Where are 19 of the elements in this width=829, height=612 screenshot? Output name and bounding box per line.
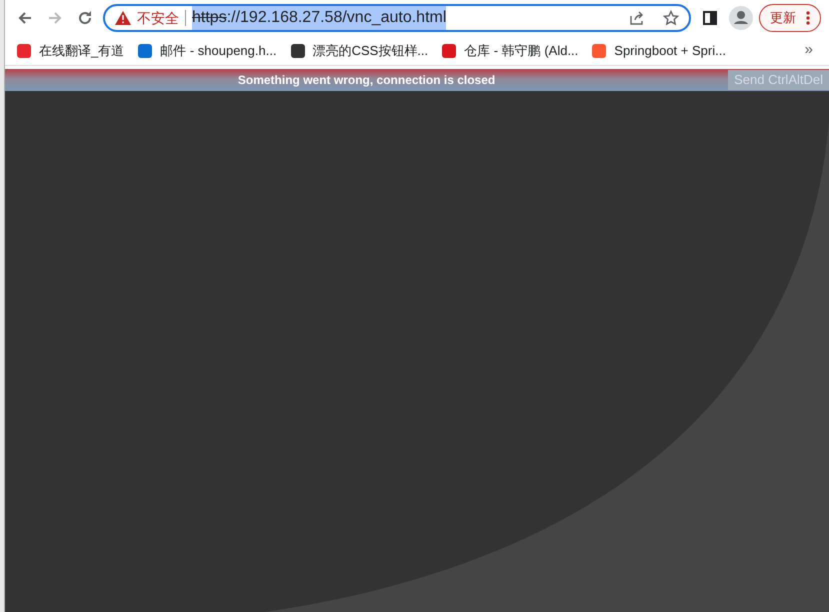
url-text[interactable]: https://192.168.27.58/vnc_auto.html: [192, 6, 446, 30]
side-panel-icon[interactable]: [703, 11, 717, 25]
star-icon[interactable]: [663, 10, 679, 26]
bookmark-item[interactable]: 仓库 - 韩守鹏 (Ald...: [442, 40, 578, 60]
more-icon: [806, 11, 810, 25]
bookmark-item[interactable]: Springboot + Spri...: [592, 40, 726, 60]
share-icon[interactable]: [629, 10, 645, 26]
reload-icon[interactable]: [77, 10, 93, 26]
profile-avatar-icon[interactable]: [729, 6, 753, 30]
bookmark-item[interactable]: 邮件 - shoupeng.h...: [138, 40, 277, 60]
status-message: Something went wrong, connection is closed: [236, 72, 496, 89]
warning-icon: [115, 11, 131, 25]
bookmark-item[interactable]: 漂亮的CSS按钮样...: [290, 40, 428, 60]
bookmarks-overflow[interactable]: »: [804, 39, 813, 62]
update-button[interactable]: 更新: [759, 4, 821, 32]
address-bar[interactable]: 不安全 https://192.168.27.58/vnc_auto.html: [103, 4, 691, 32]
back-icon[interactable]: [17, 10, 33, 26]
security-label: 不安全: [137, 8, 179, 28]
bookmark-item[interactable]: 在线翻译_有道: [17, 40, 124, 60]
